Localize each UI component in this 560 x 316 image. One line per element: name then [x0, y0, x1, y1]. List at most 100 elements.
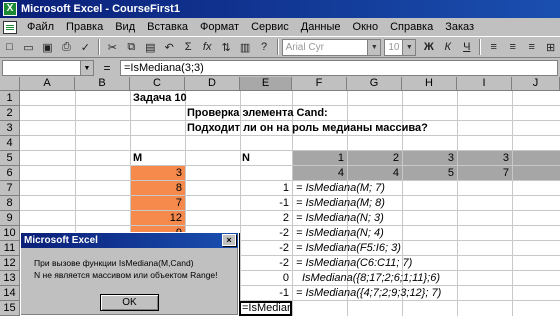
- label-n: N: [242, 152, 250, 164]
- sort-icon[interactable]: ⇅: [217, 38, 236, 56]
- cell-f9[interactable]: = IsMediana(N; 3): [296, 211, 384, 226]
- cell-f5[interactable]: 1: [292, 151, 344, 166]
- row-header-2[interactable]: 2: [0, 106, 20, 121]
- row-header-3[interactable]: 3: [0, 121, 20, 136]
- italic-icon[interactable]: К: [438, 38, 457, 56]
- chevron-down-icon[interactable]: ▼: [80, 61, 93, 75]
- cell-c8[interactable]: 7: [130, 196, 182, 211]
- row-header-4[interactable]: 4: [0, 136, 20, 151]
- bold-icon[interactable]: Ж: [419, 38, 438, 56]
- open-icon[interactable]: ▭: [19, 38, 38, 56]
- menu-format[interactable]: Формат: [194, 21, 245, 33]
- row-header-6[interactable]: 6: [0, 166, 20, 181]
- formula-input[interactable]: =IsMediana(3;3): [120, 60, 558, 76]
- cell-e12[interactable]: -2: [240, 256, 289, 271]
- cell-f13[interactable]: IsMediana({8;17;2;6;1;11};6): [302, 271, 440, 286]
- cell-g5[interactable]: 2: [347, 151, 399, 166]
- menu-bar: Файл Правка Вид Вставка Формат Сервис Да…: [0, 18, 560, 36]
- close-icon[interactable]: ×: [222, 234, 236, 246]
- row-header-5[interactable]: 5: [0, 151, 20, 166]
- menu-view[interactable]: Вид: [109, 21, 141, 33]
- menu-data[interactable]: Данные: [295, 21, 347, 33]
- merge-icon[interactable]: ⊞: [541, 38, 560, 56]
- select-all-corner[interactable]: [0, 77, 20, 91]
- menu-order[interactable]: Заказ: [439, 21, 480, 33]
- workbook-icon[interactable]: [3, 20, 17, 34]
- row-header-13[interactable]: 13: [0, 271, 20, 286]
- cell-c6[interactable]: 3: [130, 166, 182, 181]
- spell-icon[interactable]: ✓: [76, 38, 95, 56]
- column-header-f[interactable]: F: [292, 77, 347, 91]
- active-cell-e15[interactable]: =IsMedian: [239, 301, 292, 316]
- function-icon[interactable]: fx: [198, 38, 217, 56]
- column-header-j[interactable]: J: [512, 77, 560, 91]
- column-header-i[interactable]: I: [457, 77, 512, 91]
- help-icon[interactable]: ?: [255, 38, 274, 56]
- cell-e9[interactable]: 2: [240, 211, 289, 226]
- cell-i5[interactable]: 3: [457, 151, 509, 166]
- row-header-8[interactable]: 8: [0, 196, 20, 211]
- column-header-e[interactable]: E: [240, 77, 292, 91]
- cell-f7[interactable]: = IsMediana(M; 7): [296, 181, 385, 196]
- cell-e13[interactable]: 0: [240, 271, 289, 286]
- column-header-g[interactable]: G: [347, 77, 402, 91]
- cell-g6[interactable]: 4: [347, 166, 399, 181]
- menu-tools[interactable]: Сервис: [245, 21, 295, 33]
- cell-c7[interactable]: 8: [130, 181, 182, 196]
- menu-file[interactable]: Файл: [21, 21, 60, 33]
- cut-icon[interactable]: ✂: [103, 38, 122, 56]
- equals-button[interactable]: =: [94, 61, 120, 75]
- row-header-7[interactable]: 7: [0, 181, 20, 196]
- menu-help[interactable]: Справка: [384, 21, 439, 33]
- cell-h5[interactable]: 3: [402, 151, 454, 166]
- cell-e8[interactable]: -1: [240, 196, 289, 211]
- font-name-combo[interactable]: Arial Cyr ▼: [281, 38, 382, 56]
- underline-icon[interactable]: Ч: [457, 38, 476, 56]
- save-icon[interactable]: ▣: [38, 38, 57, 56]
- chevron-down-icon[interactable]: ▼: [402, 39, 416, 55]
- chevron-down-icon[interactable]: ▼: [367, 39, 381, 55]
- menu-edit[interactable]: Правка: [60, 21, 109, 33]
- cell-f11[interactable]: = IsMediana(F5:I6; 3): [296, 241, 401, 256]
- paste-icon[interactable]: ▤: [141, 38, 160, 56]
- column-header-a[interactable]: A: [20, 77, 75, 91]
- row-header-12[interactable]: 12: [0, 256, 20, 271]
- row-header-14[interactable]: 14: [0, 286, 20, 301]
- cell-c9[interactable]: 12: [130, 211, 182, 226]
- chart-icon[interactable]: ▥: [236, 38, 255, 56]
- print-icon[interactable]: ⎙: [57, 38, 76, 56]
- new-icon[interactable]: □: [0, 38, 19, 56]
- standard-toolbar: □ ▭ ▣ ⎙ ✓ ✂ ⧉ ▤ ↶ Σ fx ⇅ ▥ ? Arial Cyr ▼…: [0, 36, 560, 58]
- cell-e10[interactable]: -2: [240, 226, 289, 241]
- row-header-10[interactable]: 10: [0, 226, 20, 241]
- cell-e11[interactable]: -2: [240, 241, 289, 256]
- font-size-combo[interactable]: 10 ▼: [384, 38, 417, 56]
- row-header-9[interactable]: 9: [0, 211, 20, 226]
- cell-f14[interactable]: = IsMediana({4;7;2;9;3;12}; 7): [296, 286, 441, 301]
- align-center-icon[interactable]: ≡: [503, 38, 522, 56]
- cell-f12[interactable]: = IsMediana(C6:C11; 7): [296, 256, 412, 271]
- column-header-b[interactable]: B: [75, 77, 130, 91]
- cell-h6[interactable]: 5: [402, 166, 454, 181]
- row-header-15[interactable]: 15: [0, 301, 20, 316]
- cell-i6[interactable]: 7: [457, 166, 509, 181]
- undo-icon[interactable]: ↶: [160, 38, 179, 56]
- row-header-1[interactable]: 1: [0, 91, 20, 106]
- column-header-d[interactable]: D: [185, 77, 240, 91]
- menu-window[interactable]: Окно: [347, 21, 385, 33]
- name-box[interactable]: ▼: [2, 60, 94, 76]
- sum-icon[interactable]: Σ: [179, 38, 198, 56]
- cell-f8[interactable]: = IsMediana(M; 8): [296, 196, 385, 211]
- cell-e14[interactable]: -1: [240, 286, 289, 301]
- menu-insert[interactable]: Вставка: [141, 21, 194, 33]
- ok-button[interactable]: OK: [100, 294, 159, 311]
- column-header-h[interactable]: H: [402, 77, 457, 91]
- cell-e7[interactable]: 1: [240, 181, 289, 196]
- row-header-11[interactable]: 11: [0, 241, 20, 256]
- align-left-icon[interactable]: ≡: [484, 38, 503, 56]
- column-header-c[interactable]: C: [130, 77, 185, 91]
- cell-f6[interactable]: 4: [292, 166, 344, 181]
- cell-f10[interactable]: = IsMediana(N; 4): [296, 226, 384, 241]
- copy-icon[interactable]: ⧉: [122, 38, 141, 56]
- align-right-icon[interactable]: ≡: [522, 38, 541, 56]
